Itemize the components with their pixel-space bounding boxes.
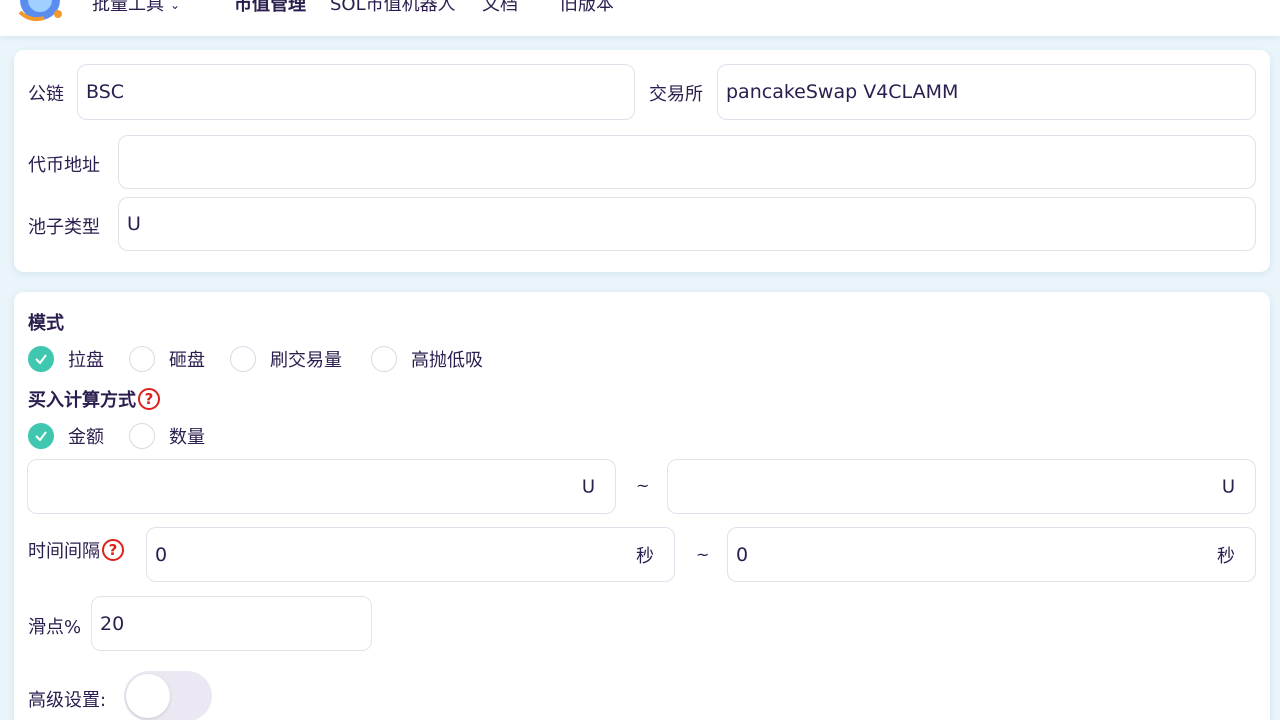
checkbox-unchecked[interactable]: [129, 423, 155, 449]
amount-unit: U: [1221, 476, 1235, 497]
help-icon[interactable]: ?: [138, 388, 160, 410]
nav-market-cap[interactable]: 市值管理: [234, 0, 306, 16]
amount-unit: U: [581, 476, 595, 497]
range-separator: ~: [636, 476, 650, 495]
exchange-label: 交易所: [649, 84, 703, 105]
check-icon: [35, 354, 47, 365]
pool-type-label: 池子类型: [28, 217, 100, 238]
checkbox-unchecked[interactable]: [129, 346, 155, 372]
mode-option-volume[interactable]: 刷交易量: [230, 346, 342, 372]
nav-sol-bot[interactable]: SOL市值机器人: [330, 0, 456, 16]
mode-option-pump[interactable]: 拉盘: [28, 346, 104, 372]
interval-label-text: 时间间隔: [28, 541, 100, 562]
exchange-select[interactable]: pancakeSwap V4CLAMM: [717, 64, 1256, 120]
interval-max-value: 0: [736, 543, 749, 566]
mode-option-label: 刷交易量: [270, 350, 342, 371]
checkbox-checked[interactable]: [28, 423, 54, 449]
buy-calc-title: 买入计算方式?: [28, 386, 160, 412]
amount-min-input[interactable]: U: [27, 459, 616, 514]
check-icon: [35, 431, 47, 442]
mode-title: 模式: [28, 313, 64, 334]
buy-calc-option-amount[interactable]: 金额: [28, 423, 104, 449]
interval-label: 时间间隔?: [28, 537, 124, 563]
slippage-value: 20: [100, 612, 125, 635]
advanced-settings-toggle[interactable]: [124, 671, 212, 720]
buy-calc-option-quantity[interactable]: 数量: [129, 423, 205, 449]
toggle-knob: [126, 674, 170, 718]
interval-min-value: 0: [155, 543, 168, 566]
strategy-card: 模式 拉盘 砸盘 刷交易量 高抛低吸 买入计算方式? 金额 数量 U ~ U 时…: [14, 292, 1270, 720]
range-separator: ~: [696, 545, 710, 564]
nav-batch-tools-label: 批量工具: [92, 0, 164, 15]
nav-old-version[interactable]: 旧版本: [560, 0, 614, 16]
token-address-label: 代币地址: [28, 155, 100, 176]
pool-type-value: U: [127, 213, 141, 235]
interval-max-input[interactable]: 0 秒: [727, 527, 1256, 582]
interval-min-input[interactable]: 0 秒: [146, 527, 675, 582]
checkbox-checked[interactable]: [28, 346, 54, 372]
mode-option-label: 高抛低吸: [411, 350, 483, 371]
nav-batch-tools[interactable]: 批量工具 ⌄: [92, 0, 180, 16]
mode-option-label: 砸盘: [169, 350, 205, 371]
interval-unit: 秒: [636, 545, 654, 567]
help-icon[interactable]: ?: [102, 539, 124, 561]
slippage-input[interactable]: 20: [91, 596, 372, 651]
app-logo-icon[interactable]: [14, 0, 66, 22]
mode-option-label: 拉盘: [68, 350, 104, 371]
top-nav: 批量工具 ⌄ 市值管理 SOL市值机器人 文档 旧版本: [0, 0, 1280, 36]
chain-label: 公链: [28, 84, 64, 105]
exchange-value: pancakeSwap V4CLAMM: [726, 81, 959, 103]
slippage-label: 滑点%: [28, 617, 82, 638]
buy-calc-option-label: 数量: [169, 427, 205, 448]
chain-value: BSC: [86, 81, 125, 103]
pool-type-select[interactable]: U: [118, 197, 1256, 251]
chain-select[interactable]: BSC: [77, 64, 635, 120]
buy-calc-title-text: 买入计算方式: [28, 390, 136, 411]
buy-calc-option-label: 金额: [68, 427, 104, 448]
checkbox-unchecked[interactable]: [230, 346, 256, 372]
chevron-down-icon: ⌄: [170, 0, 181, 12]
mode-option-swing[interactable]: 高抛低吸: [371, 346, 483, 372]
interval-unit: 秒: [1217, 545, 1235, 567]
pool-info-card: 公链 BSC 交易所 pancakeSwap V4CLAMM 代币地址 池子类型…: [14, 50, 1270, 272]
checkbox-unchecked[interactable]: [371, 346, 397, 372]
amount-max-input[interactable]: U: [667, 459, 1256, 514]
nav-docs[interactable]: 文档: [482, 0, 518, 16]
advanced-settings-label: 高级设置:: [28, 690, 107, 711]
token-address-input[interactable]: [118, 135, 1256, 189]
mode-option-dump[interactable]: 砸盘: [129, 346, 205, 372]
